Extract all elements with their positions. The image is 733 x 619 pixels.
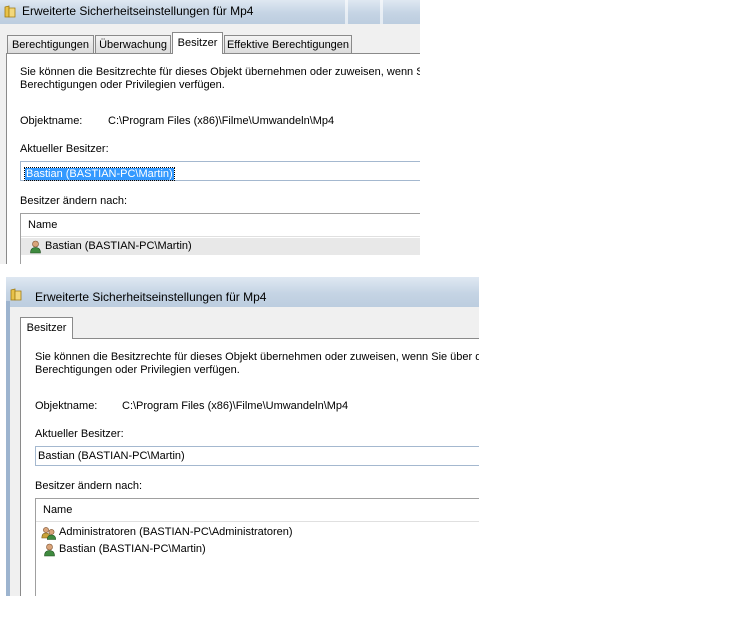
- group-icon: [41, 527, 57, 540]
- current-owner-label: Aktueller Besitzer:: [20, 143, 109, 155]
- owner-list[interactable]: Name Administratoren (BASTIAN-PC\Adminis…: [35, 498, 479, 596]
- current-owner-value: Bastian (BASTIAN-PC\Martin): [38, 450, 185, 462]
- list-item-label: Bastian (BASTIAN-PC\Martin): [59, 543, 206, 555]
- list-header[interactable]: Name: [21, 214, 420, 237]
- window-title: Erweiterte Sicherheitseinstellungen für …: [35, 290, 267, 304]
- description-text: Sie können die Besitzrechte für dieses O…: [35, 351, 479, 363]
- user-icon: [44, 543, 55, 557]
- tab-berechtigungen[interactable]: Berechtigungen: [7, 35, 94, 53]
- title-bar[interactable]: Erweiterte Sicherheitseinstellungen für …: [0, 0, 420, 24]
- current-owner-label: Aktueller Besitzer:: [35, 428, 124, 440]
- dialog-window-2: Erweiterte Sicherheitseinstellungen für …: [6, 277, 479, 596]
- glass-reflection: [345, 0, 348, 24]
- window-title: Erweiterte Sicherheitseinstellungen für …: [22, 4, 254, 18]
- list-item[interactable]: Administratoren (BASTIAN-PC\Administrato…: [36, 524, 479, 541]
- tab-panel: Sie können die Besitzrechte für dieses O…: [20, 338, 479, 596]
- glass-reflection: [380, 0, 383, 24]
- window-body: Besitzer Sie können die Besitzrechte für…: [10, 307, 479, 596]
- change-owner-label: Besitzer ändern nach:: [35, 480, 143, 492]
- list-item-label: Administratoren (BASTIAN-PC\Administrato…: [59, 526, 293, 538]
- column-name-header: Name: [28, 219, 58, 231]
- list-item[interactable]: Bastian (BASTIAN-PC\Martin): [21, 238, 420, 255]
- current-owner-field[interactable]: Bastian (BASTIAN-PC\Martin): [35, 446, 479, 466]
- tab-effektive-berechtigungen[interactable]: Effektive Berechtigungen: [224, 35, 352, 53]
- tab-besitzer[interactable]: Besitzer: [20, 317, 73, 339]
- tab-strip: Besitzer: [10, 317, 479, 339]
- object-name-label: Objektname:: [20, 115, 83, 127]
- change-owner-label: Besitzer ändern nach:: [20, 195, 128, 207]
- list-item[interactable]: Bastian (BASTIAN-PC\Martin): [36, 541, 479, 558]
- object-name-value: C:\Program Files (x86)\Filme\Umwandeln\M…: [108, 115, 335, 127]
- object-name-label: Objektname:: [35, 400, 98, 412]
- list-header[interactable]: Name: [36, 499, 479, 522]
- column-name-header: Name: [43, 504, 73, 516]
- description-text: Berechtigungen oder Privilegien verfügen…: [20, 79, 225, 91]
- owner-list[interactable]: Name Bastian (BASTIAN-PC\Martin): [20, 213, 420, 264]
- title-bar[interactable]: Erweiterte Sicherheitseinstellungen für …: [6, 277, 479, 307]
- tab-ueberwachung[interactable]: Überwachung: [95, 35, 171, 53]
- folder-icon: [10, 288, 22, 301]
- description-text: Sie können die Besitzrechte für dieses O…: [20, 66, 420, 78]
- dialog-window-1: Erweiterte Sicherheitseinstellungen für …: [0, 0, 420, 264]
- folder-icon: [4, 5, 16, 18]
- tab-besitzer[interactable]: Besitzer: [172, 32, 223, 54]
- current-owner-value: Bastian (BASTIAN-PC\Martin): [24, 167, 175, 181]
- tab-strip: Berechtigungen Überwachung Besitzer Effe…: [0, 32, 420, 54]
- current-owner-field[interactable]: Bastian (BASTIAN-PC\Martin): [20, 161, 420, 181]
- object-name-value: C:\Program Files (x86)\Filme\Umwandeln\M…: [122, 400, 349, 412]
- tab-panel: Sie können die Besitzrechte für dieses O…: [6, 53, 420, 264]
- list-item-label: Bastian (BASTIAN-PC\Martin): [45, 240, 192, 252]
- description-text: Berechtigungen oder Privilegien verfügen…: [35, 364, 240, 376]
- user-icon: [30, 240, 41, 254]
